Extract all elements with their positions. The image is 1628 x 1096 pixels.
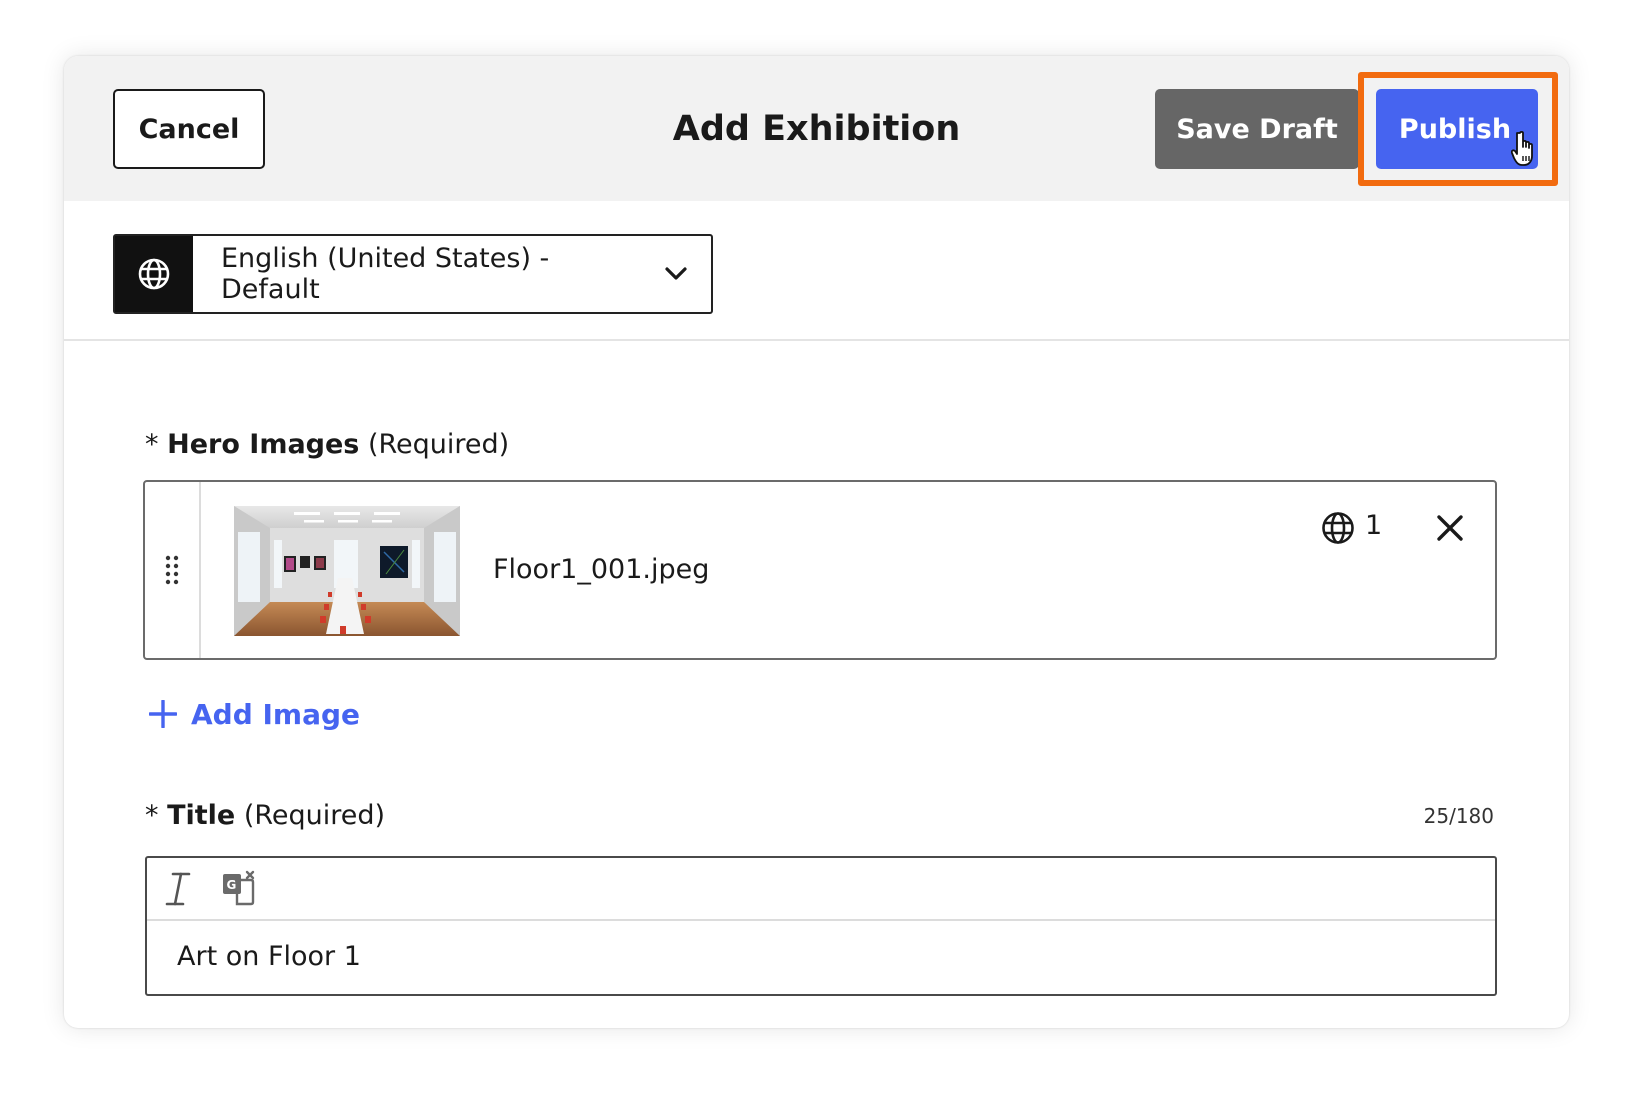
language-select[interactable]: English (United States) - Default: [113, 234, 713, 314]
language-count: 1: [1365, 510, 1383, 541]
hero-image-item: Floor1_001.jpeg 1: [143, 480, 1497, 660]
close-icon[interactable]: [1432, 510, 1468, 546]
save-draft-button[interactable]: Save Draft: [1155, 89, 1359, 169]
title-char-count: 25/180: [1423, 804, 1494, 828]
add-exhibition-dialog: Add Exhibition Cancel Save Draft Publish…: [64, 56, 1569, 1028]
title-label: * Title (Required): [145, 800, 386, 831]
plus-icon: [149, 700, 177, 728]
drag-handle-icon[interactable]: [145, 482, 201, 658]
hero-image-file-name: Floor1_001.jpeg: [493, 554, 710, 585]
italic-icon[interactable]: [163, 870, 193, 908]
hero-image-thumbnail: [234, 506, 460, 636]
chevron-down-icon: [641, 236, 711, 312]
language-selected-value: English (United States) - Default: [221, 243, 550, 305]
svg-text:G: G: [227, 878, 237, 892]
dialog-header: Add Exhibition Cancel Save Draft Publish: [64, 56, 1569, 201]
hero-images-label: * Hero Images (Required): [145, 429, 510, 460]
add-image-button[interactable]: Add Image: [149, 694, 360, 734]
language-globe-box: [115, 236, 193, 312]
translate-icon[interactable]: G: [221, 870, 257, 908]
editor-toolbar: G: [147, 858, 1495, 921]
title-editor[interactable]: G Art on Floor 1: [145, 856, 1497, 996]
globe-icon: [138, 258, 170, 290]
globe-icon[interactable]: [1320, 510, 1356, 546]
language-row: English (United States) - Default: [64, 201, 1569, 341]
title-input-value: Art on Floor 1: [177, 941, 361, 972]
add-image-label: Add Image: [191, 697, 361, 731]
hand-cursor-icon: [1511, 130, 1533, 166]
cancel-button[interactable]: Cancel: [113, 89, 265, 169]
